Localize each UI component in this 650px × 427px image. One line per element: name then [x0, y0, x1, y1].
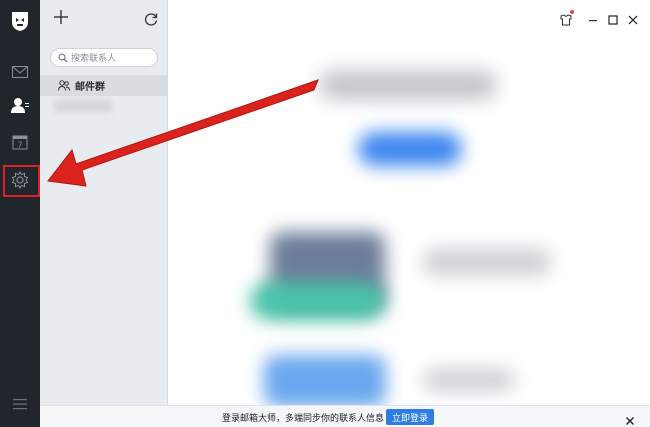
search-input[interactable]: 搜索联系人 — [50, 48, 158, 67]
app-logo-icon — [10, 10, 30, 32]
blurred-image-1-base — [250, 282, 385, 320]
mail-master-window: 7 搜索联系人 邮件群 登录邮箱大师，多端同步你的联系人信息 立即登录 — [0, 0, 650, 427]
main-content — [168, 0, 650, 427]
nav-contacts[interactable] — [10, 97, 30, 117]
mail-group-item[interactable]: 邮件群 — [40, 75, 167, 96]
notification-dot — [570, 10, 574, 14]
contacts-pane: 搜索联系人 邮件群 — [40, 0, 168, 427]
minimize-button[interactable] — [587, 11, 599, 23]
minimize-icon — [587, 11, 599, 30]
blurred-text-1 — [423, 248, 551, 276]
maximize-icon — [607, 11, 619, 30]
blurred-image-2 — [264, 355, 386, 407]
close-button[interactable] — [627, 11, 639, 25]
login-button[interactable]: 立即登录 — [386, 409, 434, 425]
skin-icon — [560, 11, 572, 30]
close-icon — [625, 411, 635, 427]
banner-message: 登录邮箱大师，多端同步你的联系人信息 — [222, 414, 385, 424]
refresh-button[interactable] — [144, 11, 158, 26]
refresh-icon — [144, 11, 158, 30]
blurred-contact — [54, 100, 112, 112]
search-icon — [58, 48, 68, 67]
maximize-button[interactable] — [607, 11, 619, 25]
contacts-icon — [11, 97, 29, 117]
blurred-text-2 — [423, 368, 515, 392]
plus-icon — [53, 10, 69, 29]
banner-close-button[interactable] — [625, 411, 635, 425]
search-placeholder: 搜索联系人 — [71, 54, 117, 64]
settings-highlight-box — [3, 165, 40, 197]
blurred-button — [358, 132, 462, 166]
close-icon — [627, 11, 639, 30]
svg-text:7: 7 — [17, 141, 22, 150]
group-label: 邮件群 — [75, 82, 105, 93]
menu-icon — [13, 395, 27, 414]
blurred-heading — [320, 70, 496, 100]
nav-menu[interactable] — [10, 394, 30, 414]
add-contact-button[interactable] — [53, 9, 69, 25]
nav-mail[interactable] — [10, 62, 30, 82]
calendar-icon: 7 — [12, 134, 28, 154]
group-icon — [58, 76, 70, 95]
login-banner: 登录邮箱大师，多端同步你的联系人信息 立即登录 — [40, 405, 650, 427]
nav-calendar[interactable]: 7 — [10, 134, 30, 154]
nav-rail: 7 — [0, 0, 40, 427]
mail-icon — [12, 63, 28, 82]
